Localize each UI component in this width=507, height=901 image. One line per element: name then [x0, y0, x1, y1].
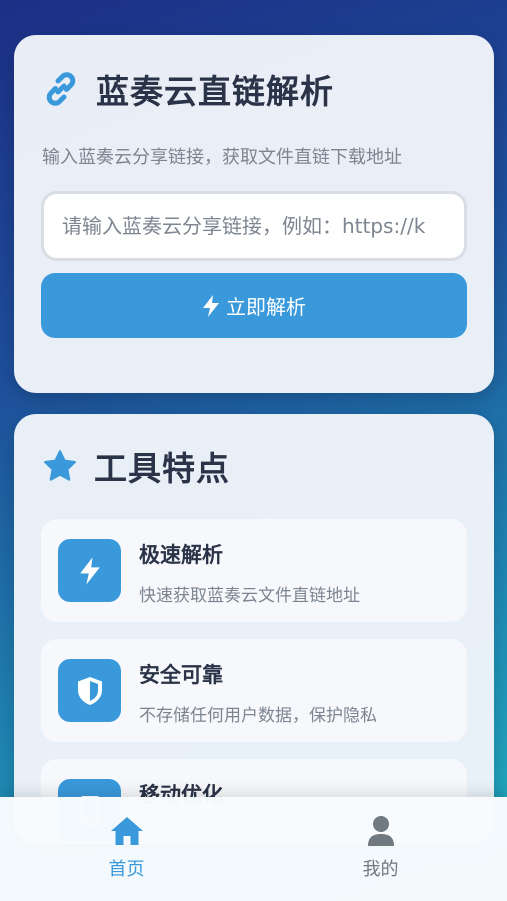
user-icon [363, 814, 399, 848]
star-icon [42, 448, 78, 484]
features-title: 工具特点 [94, 449, 230, 488]
bolt-icon [58, 539, 121, 602]
feature-desc: 快速获取蓝奏云文件直链地址 [139, 586, 360, 606]
page-title: 蓝奏云直链解析 [96, 72, 334, 111]
nav-label: 首页 [108, 859, 145, 880]
parse-button-label: 立即解析 [226, 295, 306, 319]
share-link-input[interactable] [41, 191, 467, 261]
feature-name: 极速解析 [139, 543, 223, 567]
nav-label: 我的 [362, 859, 399, 880]
home-icon [109, 814, 145, 848]
feature-item: 安全可靠 不存储任何用户数据，保护隐私 [41, 639, 467, 742]
features-card: 工具特点 极速解析 快速获取蓝奏云文件直链地址 安全可靠 不存储任何用户数据，保… [14, 414, 494, 844]
nav-item-home[interactable]: 首页 [0, 797, 253, 901]
bolt-icon [203, 294, 219, 317]
feature-name: 安全可靠 [139, 663, 223, 687]
parse-button[interactable]: 立即解析 [41, 273, 467, 338]
parser-card: 蓝奏云直链解析 输入蓝奏云分享链接，获取文件直链下载地址 立即解析 [14, 35, 494, 393]
nav-item-mine[interactable]: 我的 [254, 797, 507, 901]
bottom-nav: 首页 我的 [0, 797, 507, 901]
parser-header: 蓝奏云直链解析 [42, 67, 334, 111]
link-icon [42, 70, 80, 108]
features-header: 工具特点 [42, 444, 230, 488]
feature-desc: 不存储任何用户数据，保护隐私 [139, 706, 377, 726]
feature-item: 极速解析 快速获取蓝奏云文件直链地址 [41, 519, 467, 622]
parser-subtitle: 输入蓝奏云分享链接，获取文件直链下载地址 [42, 147, 402, 168]
shield-icon [58, 659, 121, 722]
